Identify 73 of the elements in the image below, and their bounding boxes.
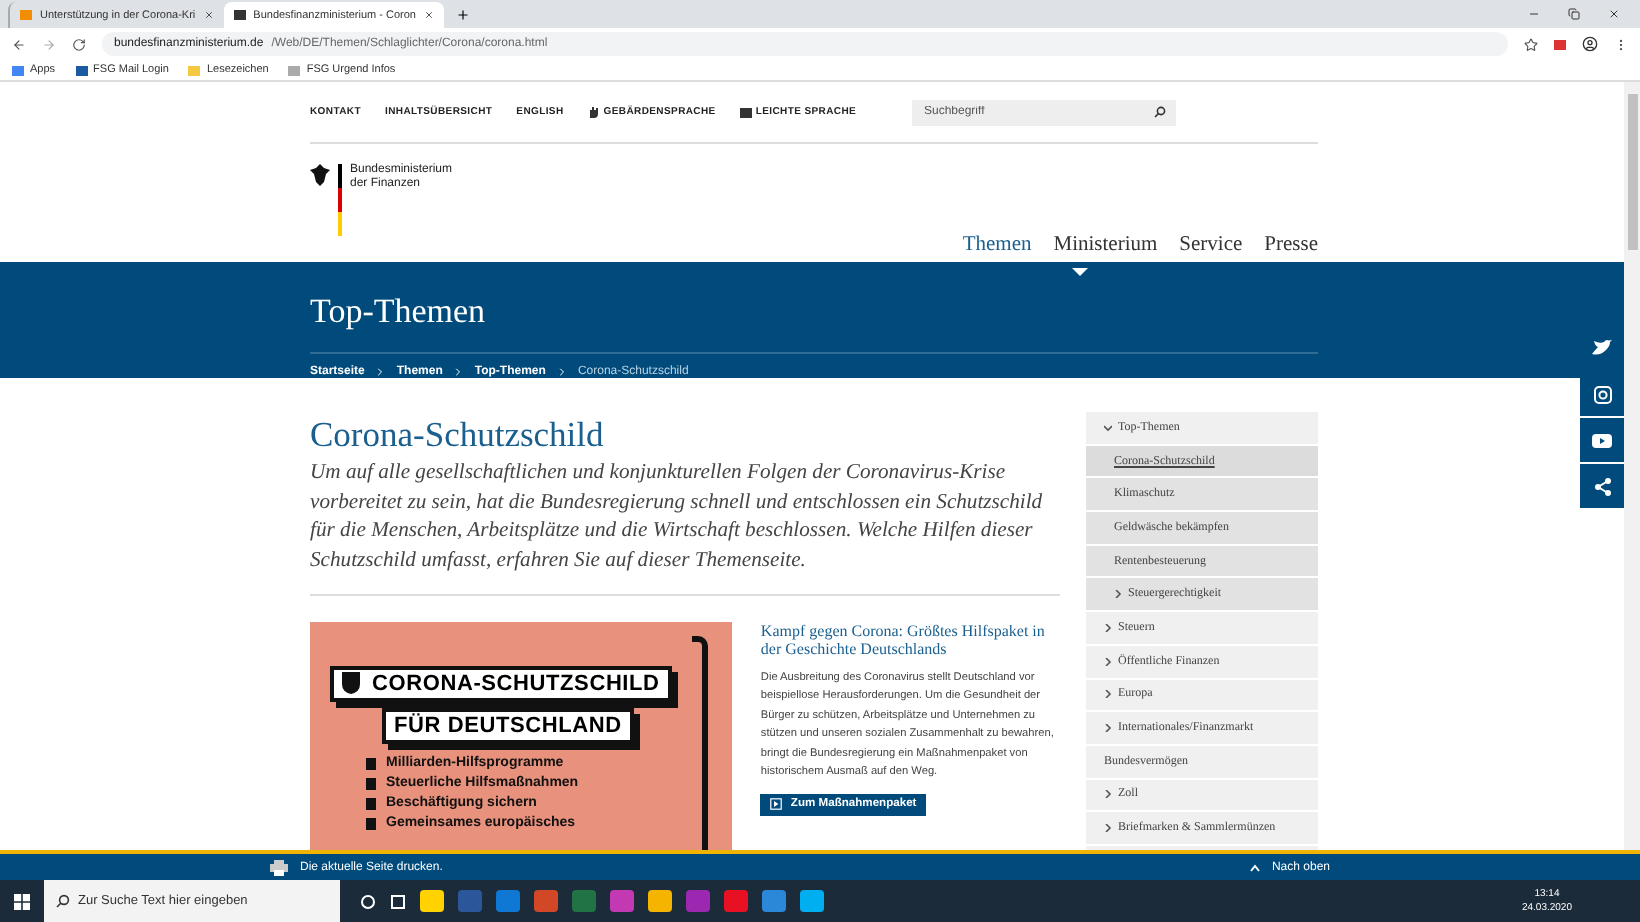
- share-button[interactable]: [1580, 464, 1624, 508]
- app-tile-icon[interactable]: [648, 890, 672, 912]
- chevron-right-icon: [1104, 824, 1112, 833]
- apps-grid-icon: [12, 65, 24, 75]
- search-icon: [56, 894, 70, 908]
- chevron-down-icon: [1104, 423, 1112, 432]
- eagle-icon: [310, 164, 330, 186]
- minimize-icon[interactable]: [1528, 8, 1540, 20]
- app-tile-icon[interactable]: [534, 890, 558, 912]
- chevron-right-icon: [1104, 623, 1112, 632]
- share-icon: [1593, 477, 1611, 495]
- teaser-title[interactable]: Kampf gegen Corona: Größtes Hilfspaket in der Geschichte Deutschlands: [760, 621, 1060, 658]
- new-tab-icon[interactable]: [455, 7, 470, 21]
- page-icon: [288, 65, 301, 75]
- book-icon: [739, 107, 752, 117]
- nav-item[interactable]: Ministerium: [1053, 234, 1158, 256]
- chevron-right-icon: [1104, 690, 1112, 699]
- chevron-right-icon: [1104, 724, 1112, 733]
- app-tile-icon[interactable]: [724, 890, 748, 912]
- account-icon[interactable]: [1582, 36, 1598, 52]
- app-tile-icon[interactable]: [686, 890, 710, 912]
- star-icon[interactable]: [1524, 37, 1538, 51]
- app-tile-icon[interactable]: [496, 890, 520, 912]
- app-tile-icon[interactable]: [800, 890, 824, 912]
- page-title: Corona-Schutzschild: [310, 412, 606, 456]
- graphic-title: CORONA-SCHUTZSCHILD: [330, 665, 672, 702]
- app-tile-icon[interactable]: [572, 890, 596, 912]
- search-icon[interactable]: [1154, 106, 1166, 118]
- chevron-right-icon: [1104, 790, 1112, 799]
- restore-icon[interactable]: [1568, 8, 1580, 20]
- graphic-subtitle: FÜR DEUTSCHLAND: [382, 708, 634, 745]
- reload-icon[interactable]: [72, 37, 86, 51]
- chevron-up-icon: [1249, 863, 1260, 871]
- bullet-icon: [366, 757, 376, 770]
- chevron-right-icon: [555, 366, 568, 378]
- bullet-icon: [366, 817, 376, 830]
- menu-icon[interactable]: [1614, 37, 1628, 51]
- app-tile-icon[interactable]: [458, 890, 482, 912]
- bullet-icon: [366, 797, 376, 810]
- app-tile-icon[interactable]: [762, 890, 786, 912]
- intro-text: Um auf alle gesellschaftlichen und konjunkturellen Folgen der Coronavirus-Krise vorbereitet zu sein, hat die Bundesregierung schnell und entschlossen ein Schutzschild für die Menschen, Arbeitsplätze und die Wirtschaft beschlossen. Welche Hilfen dieser Schutzschild umfasst, erfahren Sie auf dieser Themenseite.: [310, 460, 1060, 596]
- app-tile-icon[interactable]: [610, 890, 634, 912]
- bird-icon: [1592, 340, 1612, 356]
- scrollbar-thumb[interactable]: [1627, 94, 1637, 250]
- printer-icon: [270, 859, 288, 875]
- circle-icon[interactable]: [360, 893, 376, 909]
- camera-icon: [1593, 385, 1611, 403]
- folder-icon: [188, 65, 201, 75]
- shield-icon: [342, 672, 360, 695]
- bullet-icon: [366, 777, 376, 790]
- banner-title: Top-Themen: [310, 292, 1318, 354]
- share-button[interactable]: [1580, 418, 1624, 462]
- site-favicon-icon: [233, 10, 246, 20]
- flag-stripe: [338, 164, 342, 236]
- share-button[interactable]: [1580, 372, 1624, 416]
- site-favicon-icon: [20, 10, 32, 20]
- chevron-right-icon: [1114, 590, 1122, 599]
- chevron-right-icon: [374, 366, 387, 378]
- hand-icon: [587, 106, 600, 118]
- nav-item[interactable]: Service: [1179, 234, 1243, 256]
- nav-item[interactable]: Themen: [962, 234, 1032, 256]
- close-icon[interactable]: [1608, 8, 1620, 20]
- flag-icon: [75, 65, 88, 75]
- chevron-right-icon: [1104, 657, 1112, 666]
- app-tile-icon[interactable]: [420, 890, 444, 912]
- task-view-icon[interactable]: [390, 893, 406, 909]
- video-play-icon: [1592, 433, 1612, 447]
- windows-logo-icon[interactable]: [14, 893, 30, 909]
- nav-item[interactable]: Presse: [1264, 234, 1318, 256]
- back-icon[interactable]: [12, 37, 26, 51]
- chevron-right-icon: [452, 366, 465, 378]
- extension-icon[interactable]: [1554, 39, 1566, 49]
- play-icon: [770, 798, 783, 811]
